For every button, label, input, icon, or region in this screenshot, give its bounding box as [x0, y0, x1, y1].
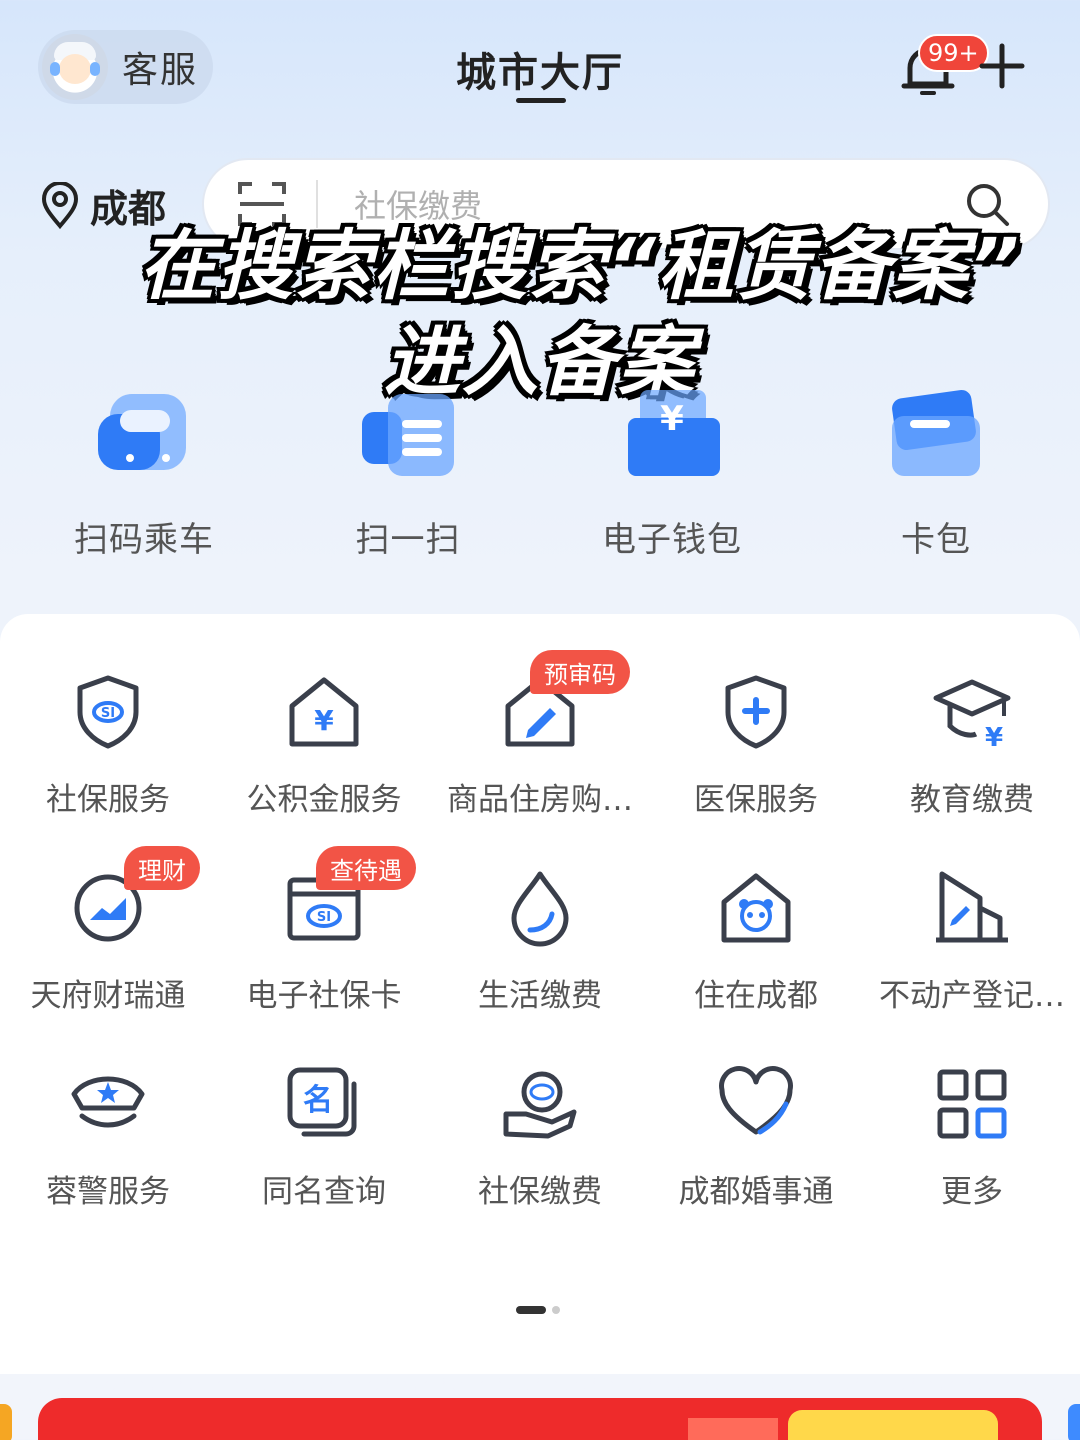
service-label: 蓉警服务 — [46, 1174, 170, 1210]
banner-decoration — [788, 1410, 998, 1440]
shortcut-label: 电子钱包 — [602, 520, 742, 560]
svg-text:¥: ¥ — [660, 399, 684, 439]
title-underline — [516, 98, 566, 103]
service-label: 社保服务 — [46, 782, 170, 818]
service-label: 电子社保卡 — [246, 978, 402, 1014]
service-label: 更多 — [941, 1174, 1003, 1210]
service-label: 生活缴费 — [478, 978, 602, 1014]
service-label: 住在成都 — [694, 978, 818, 1014]
heart-icon — [716, 1064, 796, 1144]
tag-badge: 理财 — [124, 846, 200, 890]
education-payment-icon: ¥ — [932, 672, 1012, 753]
scan-icon — [358, 388, 458, 488]
page-dot — [552, 1306, 560, 1314]
service-label: 商品住房购… — [447, 782, 633, 818]
shortcut-label: 扫一扫 — [355, 520, 461, 560]
service-label: 教育缴费 — [910, 782, 1034, 818]
service-marriage[interactable]: 成都婚事通 — [648, 1064, 864, 1211]
svg-text:¥: ¥ — [314, 704, 334, 737]
service-utilities[interactable]: 生活缴费 — [432, 868, 648, 1015]
svg-text:SI: SI — [317, 910, 331, 925]
service-house-purchase[interactable]: 商品住房购… — [432, 672, 648, 819]
banner-decoration — [688, 1418, 778, 1440]
svg-text:¥: ¥ — [985, 723, 1003, 752]
svg-text:SI: SI — [101, 706, 115, 721]
shortcut-card[interactable]: 卡包 — [836, 388, 1036, 561]
social-security-payment-icon — [500, 1064, 580, 1144]
service-live-in-chengdu[interactable]: 住在成都 — [648, 868, 864, 1015]
service-police[interactable]: 蓉警服务 — [0, 1064, 216, 1211]
bus-icon — [94, 388, 194, 488]
shortcut-scan[interactable]: 扫一扫 — [308, 388, 508, 561]
service-label: 不动产登记… — [879, 978, 1065, 1014]
service-housing-fund[interactable]: ¥ 公积金服务 — [216, 672, 432, 819]
card-icon — [886, 388, 986, 488]
wallet-icon: ¥ — [622, 388, 722, 488]
service-social-security-card[interactable]: SI 电子社保卡 — [216, 868, 432, 1015]
water-drop-icon — [500, 868, 580, 948]
housing-fund-icon: ¥ — [284, 672, 364, 752]
service-label: 公积金服务 — [246, 782, 402, 818]
plus-icon[interactable] — [978, 42, 1026, 90]
service-finance[interactable]: 天府财瑞通 — [0, 868, 216, 1015]
caption-line-1: 在搜索栏搜索“租赁备案” — [139, 221, 1021, 310]
service-label: 社保缴费 — [478, 1174, 602, 1210]
tag-badge: 查待遇 — [316, 846, 416, 890]
left-edge-card — [0, 1404, 12, 1440]
shortcut-label: 卡包 — [901, 520, 971, 560]
shortcut-bus[interactable]: 扫码乘车 — [44, 388, 244, 561]
page-dot-active — [516, 1306, 546, 1314]
service-social-security-payment[interactable]: 社保缴费 — [432, 1064, 648, 1211]
promo-banner[interactable] — [38, 1398, 1042, 1440]
service-social-security[interactable]: SI 社保服务 — [0, 672, 216, 819]
service-medical-insurance[interactable]: 医保服务 — [648, 672, 864, 819]
svg-text:名: 名 — [303, 1083, 333, 1118]
medical-insurance-icon — [716, 672, 796, 752]
social-security-shield-icon: SI — [68, 672, 148, 752]
tag-badge: 预审码 — [530, 650, 630, 694]
shortcut-wallet[interactable]: ¥ 电子钱包 — [572, 388, 772, 561]
service-label: 天府财瑞通 — [30, 978, 186, 1014]
real-estate-icon — [932, 868, 1012, 948]
pagination-dots — [516, 1306, 560, 1314]
right-edge-card — [1068, 1404, 1080, 1440]
service-more[interactable]: 更多 — [864, 1064, 1080, 1211]
name-query-icon: 名 — [284, 1064, 364, 1144]
shortcut-label: 扫码乘车 — [74, 520, 214, 560]
service-name-query[interactable]: 名 同名查询 — [216, 1064, 432, 1211]
police-cap-icon — [68, 1064, 148, 1144]
service-label: 成都婚事通 — [678, 1174, 834, 1210]
service-label: 医保服务 — [694, 782, 818, 818]
service-label: 同名查询 — [262, 1174, 386, 1210]
service-real-estate[interactable]: 不动产登记… — [864, 868, 1080, 1015]
more-grid-icon — [932, 1064, 1012, 1144]
panda-house-icon — [716, 868, 796, 948]
service-education-payment[interactable]: ¥ 教育缴费 — [864, 672, 1080, 819]
